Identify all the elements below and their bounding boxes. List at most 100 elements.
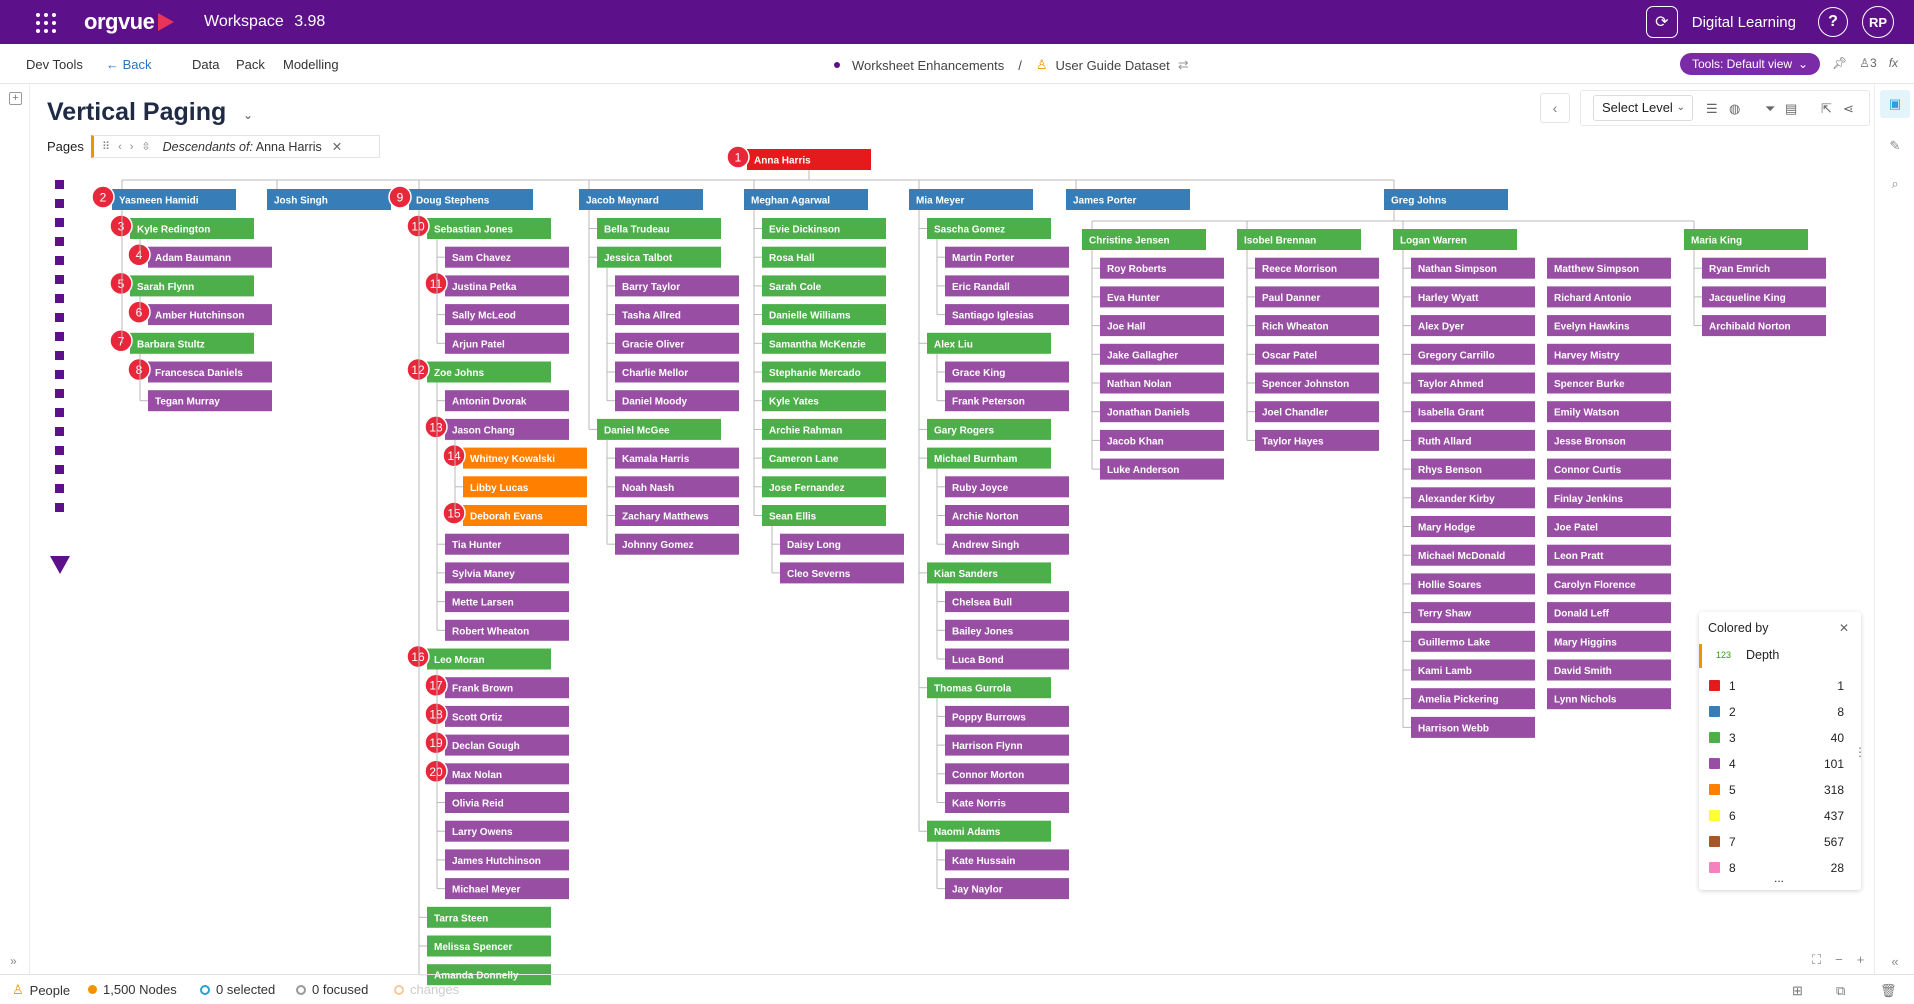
org-node[interactable]: Naomi Adams xyxy=(927,820,1051,842)
org-node[interactable]: Zoe Johns xyxy=(427,361,551,383)
menu-modelling[interactable]: Modelling xyxy=(283,57,339,72)
filter-icon[interactable]: ⏷ xyxy=(1765,101,1775,117)
next-page-icon[interactable]: › xyxy=(130,141,134,153)
page-marker[interactable] xyxy=(55,332,64,341)
org-node[interactable]: Archibald Norton xyxy=(1702,315,1826,337)
org-node[interactable]: Connor Morton xyxy=(945,763,1069,785)
org-node[interactable]: Charlie Mellor xyxy=(615,361,739,383)
org-node[interactable]: Emily Watson xyxy=(1547,401,1671,423)
orgvue-logo[interactable]: orgvue xyxy=(84,9,175,35)
org-node[interactable]: Daisy Long xyxy=(780,533,904,555)
org-node[interactable]: Mary Higgins xyxy=(1547,630,1671,652)
delete-icon[interactable]: 🗑︎ xyxy=(1880,983,1897,999)
org-node[interactable]: Max Nolan xyxy=(445,763,569,785)
org-node[interactable]: Robert Wheaton xyxy=(445,619,569,641)
org-node[interactable]: Jake Gallagher xyxy=(1100,343,1224,365)
org-node[interactable]: Jay Naylor xyxy=(945,878,1069,900)
org-node[interactable]: Terry Shaw xyxy=(1411,602,1535,624)
org-node[interactable]: Noah Nash xyxy=(615,476,739,498)
nodes-status[interactable]: 1,500 Nodes xyxy=(88,982,177,997)
org-node[interactable]: Grace King xyxy=(945,361,1069,383)
org-node[interactable]: Archie Norton xyxy=(945,505,1069,526)
org-node[interactable]: Whitney Kowalski xyxy=(463,447,587,469)
org-node[interactable]: Sally McLeod xyxy=(445,304,569,326)
org-node[interactable]: Daniel McGee xyxy=(597,418,721,440)
org-node[interactable]: Martin Porter xyxy=(945,246,1069,268)
legend-row[interactable]: 7 567 xyxy=(1699,832,1861,852)
org-node[interactable]: Ruth Allard xyxy=(1411,429,1535,451)
legend-field[interactable]: 123 Depth xyxy=(1699,644,1861,668)
org-node[interactable]: Joe Hall xyxy=(1100,315,1224,337)
page-marker[interactable] xyxy=(55,446,64,455)
page-marker[interactable] xyxy=(55,294,64,303)
org-node[interactable]: Jacqueline King xyxy=(1702,286,1826,308)
legend-row[interactable]: 28 xyxy=(1699,702,1861,722)
page-marker[interactable] xyxy=(55,503,64,512)
legend-row[interactable]: 6 437 xyxy=(1699,806,1861,826)
page-marker[interactable] xyxy=(55,370,64,379)
org-node[interactable]: Rosa Hall xyxy=(762,246,886,268)
org-node[interactable]: Michael McDonald xyxy=(1411,544,1535,566)
crumb-worksheet[interactable]: Worksheet Enhancements xyxy=(852,58,1004,73)
org-node[interactable]: Frank Peterson xyxy=(945,390,1069,412)
org-node[interactable]: Kate Hussain xyxy=(945,849,1069,871)
org-node[interactable]: Scott Ortiz xyxy=(445,705,569,727)
org-node[interactable]: Kamala Harris xyxy=(615,447,739,469)
org-node[interactable]: Arjun Patel xyxy=(445,332,569,354)
org-node[interactable]: Antonin Dvorak xyxy=(445,390,569,412)
org-node[interactable]: Amber Hutchinson xyxy=(148,304,272,326)
expand-sidebar-icon[interactable]: » xyxy=(10,954,17,968)
org-node[interactable]: Jacob Khan xyxy=(1100,429,1224,451)
users-icon[interactable]: ♙3 xyxy=(1859,56,1876,70)
page-marker[interactable] xyxy=(55,484,64,493)
org-node[interactable]: Bailey Jones xyxy=(945,619,1069,641)
stack-icon[interactable]: ▤ xyxy=(1785,101,1797,117)
org-node[interactable]: Josh Singh xyxy=(267,189,391,210)
org-node[interactable]: Tasha Allred xyxy=(615,304,739,326)
org-node[interactable]: Jonathan Daniels xyxy=(1100,401,1224,423)
org-node[interactable]: Melissa Spencer xyxy=(427,935,551,957)
org-node[interactable]: Matthew Simpson xyxy=(1547,257,1671,279)
org-node[interactable]: Sarah Flynn xyxy=(130,275,254,297)
org-node[interactable]: Andrew Singh xyxy=(945,533,1069,555)
org-node[interactable]: Leo Moran xyxy=(427,648,551,670)
org-node[interactable]: Sam Chavez xyxy=(445,246,569,268)
org-node[interactable]: Mary Hodge xyxy=(1411,516,1535,537)
org-node[interactable]: Oscar Patel xyxy=(1255,343,1379,365)
page-marker[interactable] xyxy=(55,427,64,436)
title-dropdown-icon[interactable]: ⌄ xyxy=(243,108,253,122)
org-node[interactable]: Sebastian Jones xyxy=(427,218,551,239)
page-marker[interactable] xyxy=(55,408,64,417)
org-node[interactable]: Alex Dyer xyxy=(1411,315,1535,337)
pin-icon[interactable]: 📌︎ xyxy=(1832,56,1847,70)
page-marker[interactable] xyxy=(55,199,64,208)
org-node[interactable]: Alex Liu xyxy=(927,332,1051,354)
collapse-toolbar-button[interactable]: ‹ xyxy=(1540,93,1570,123)
org-node[interactable]: Tegan Murray xyxy=(148,390,272,412)
org-node[interactable]: Tarra Steen xyxy=(427,906,551,928)
org-node[interactable]: Jessica Talbot xyxy=(597,246,721,268)
org-node[interactable]: Archie Rahman xyxy=(762,418,886,440)
search-icon[interactable]: ⌕ xyxy=(1887,176,1903,192)
org-node[interactable]: Chelsea Bull xyxy=(945,591,1069,613)
org-node[interactable]: Hollie Soares xyxy=(1411,573,1535,595)
sync-icon[interactable]: ⇄ xyxy=(1178,57,1189,73)
org-node[interactable]: Kami Lamb xyxy=(1411,659,1535,681)
org-node[interactable]: Jose Fernandez xyxy=(762,476,886,498)
menu-pack[interactable]: Pack xyxy=(236,57,265,72)
org-node[interactable]: Cleo Severns xyxy=(780,562,904,584)
page-marker[interactable] xyxy=(55,237,64,246)
org-node[interactable]: Greg Johns xyxy=(1384,189,1508,210)
page-marker[interactable] xyxy=(55,180,64,189)
org-node[interactable]: Eva Hunter xyxy=(1100,286,1224,308)
org-node[interactable]: Doug Stephens xyxy=(409,189,533,210)
org-node[interactable]: Francesca Daniels xyxy=(148,361,272,383)
share-icon[interactable]: ⋖ xyxy=(1843,101,1854,117)
page-marker[interactable] xyxy=(55,218,64,227)
user-avatar[interactable]: RP xyxy=(1862,6,1894,38)
org-node[interactable]: Mia Meyer xyxy=(909,189,1033,210)
add-icon[interactable]: + xyxy=(9,92,22,105)
page-marker[interactable] xyxy=(55,351,64,360)
help-button[interactable]: ? xyxy=(1818,7,1848,37)
page-options-icon[interactable]: ⇳ xyxy=(141,140,150,153)
